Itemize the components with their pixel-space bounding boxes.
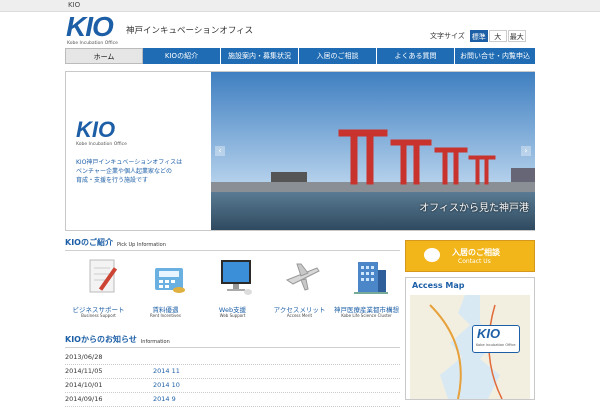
nav-consultation[interactable]: 入居のご相談: [299, 48, 377, 64]
map-logo-subtext: Kobe Incubation Office: [476, 343, 516, 347]
calculator-icon: [149, 254, 189, 298]
pickup-en-label: Business Support: [81, 313, 116, 318]
news-list: 2013/06/28 2014/11/05 2014 11 2014/10/01…: [65, 351, 400, 407]
hero-slider: KIO Kobe Incubation Office KIO神戸インキュベーショ…: [65, 71, 535, 231]
logo-text: KIO: [66, 11, 114, 42]
hero-intro: KIO Kobe Incubation Office KIO神戸インキュベーショ…: [66, 72, 210, 230]
nav-faq[interactable]: よくある質問: [377, 48, 455, 64]
building-icon: [350, 254, 390, 298]
access-map-title: Access Map: [412, 281, 465, 290]
pickup-item[interactable]: 神戸医療産業都市構想 Kobe Life Science Cluster: [333, 254, 400, 326]
pickup-item[interactable]: 賃料優遇 Rent Incentives: [132, 254, 199, 326]
pickup-heading: KIOのご紹介 Pick Up Information: [65, 236, 166, 248]
pickup-subtitle: Pick Up Information: [116, 242, 166, 248]
slider-next-button[interactable]: ›: [521, 146, 531, 156]
map-location-marker: KIO Kobe Incubation Office: [472, 325, 520, 353]
slider-prev-button[interactable]: ‹: [215, 146, 225, 156]
pickup-en-label: Access Merit: [286, 313, 313, 318]
font-size-switcher: 文字サイズ 標準 大 最大: [430, 30, 526, 42]
cta-sublabel: Contact Us: [458, 258, 491, 265]
news-title: KIOからのお知らせ: [65, 335, 137, 344]
nav-about[interactable]: KIOの紹介: [143, 48, 221, 64]
main-nav: ホーム KIOの紹介 施設案内・募集状況 入居のご相談 よくある質問 お問い合せ…: [65, 48, 535, 64]
document-pen-icon: [82, 254, 122, 298]
pickup-title: KIOのご紹介: [65, 238, 113, 247]
logo-subtext: Kobe Incubation Office: [67, 41, 118, 46]
access-map-image[interactable]: KIO Kobe Incubation Office: [410, 295, 530, 399]
access-map-panel: Access Map KIO Kobe Incubation Office: [405, 277, 535, 400]
speech-bubble-icon: [424, 248, 440, 262]
site-logo[interactable]: KIO Kobe Incubation Office: [66, 13, 126, 49]
pickup-en-label: Rent Incentives: [150, 313, 181, 318]
map-logo: KIO: [477, 326, 501, 341]
news-row[interactable]: 2014/11/05 2014 11: [65, 365, 400, 379]
pickup-item[interactable]: Web支援 Web Support: [199, 254, 266, 326]
hero-desc-line: 育成・支援を行う施設です: [76, 177, 149, 184]
news-heading: KIOからのお知らせ Information: [65, 333, 170, 345]
news-row[interactable]: 2014/09/16 2014 9: [65, 393, 400, 407]
font-size-largest-button[interactable]: 最大: [507, 30, 526, 42]
news-date: 2014/10/01: [65, 381, 103, 389]
news-row[interactable]: 2013/06/28: [65, 351, 400, 365]
nav-facilities[interactable]: 施設案内・募集状況: [221, 48, 299, 64]
news-row[interactable]: 2014/10/01 2014 10: [65, 379, 400, 393]
pickup-item[interactable]: ビジネスサポート Business Support: [65, 254, 132, 326]
hero-photo: オフィスから見た神戸港 ‹ ›: [211, 72, 535, 230]
nav-contact[interactable]: お問い合せ・内覧申込: [455, 48, 535, 64]
font-size-large-button[interactable]: 大: [488, 30, 507, 42]
airplane-icon: [283, 254, 323, 298]
pickup-item[interactable]: アクセスメリット Access Merit: [266, 254, 333, 326]
consultation-cta-button[interactable]: 入居のご相談 Contact Us: [405, 240, 535, 272]
pickup-en-label: Kobe Life Science Cluster: [341, 313, 392, 318]
font-size-standard-button[interactable]: 標準: [469, 30, 488, 42]
pickup-en-label: Web Support: [219, 313, 246, 318]
nav-home[interactable]: ホーム: [65, 48, 143, 64]
pickup-list: ビジネスサポート Business Support 賃料優遇 Rent Ince…: [65, 254, 400, 326]
font-size-label: 文字サイズ: [430, 32, 465, 40]
cta-label: 入居のご相談: [452, 248, 500, 257]
hero-caption: オフィスから見た神戸港: [419, 203, 529, 214]
top-bar-label: KIO: [68, 1, 81, 9]
news-date: 2013/06/28: [65, 353, 103, 361]
news-subtitle: Information: [140, 339, 170, 345]
site-name: 神戸インキュベーションオフィス: [126, 26, 254, 36]
hero-description: KIO神戸インキュベーションオフィスは ベンチャー企業や個人起業家などの 育成・…: [76, 158, 206, 185]
hero-logo-subtext: Kobe Incubation Office: [76, 142, 127, 147]
news-link[interactable]: 2014 10: [153, 379, 180, 392]
monitor-icon: [216, 254, 256, 298]
divider: [65, 250, 400, 251]
divider: [65, 347, 400, 348]
news-link[interactable]: 2014 11: [153, 365, 180, 378]
news-date: 2014/11/05: [65, 367, 103, 375]
hero-logo: KIO: [76, 117, 116, 142]
hero-desc-line: ベンチャー企業や個人起業家などの: [76, 168, 172, 175]
hero-desc-line: KIO神戸インキュベーションオフィスは: [76, 159, 183, 166]
